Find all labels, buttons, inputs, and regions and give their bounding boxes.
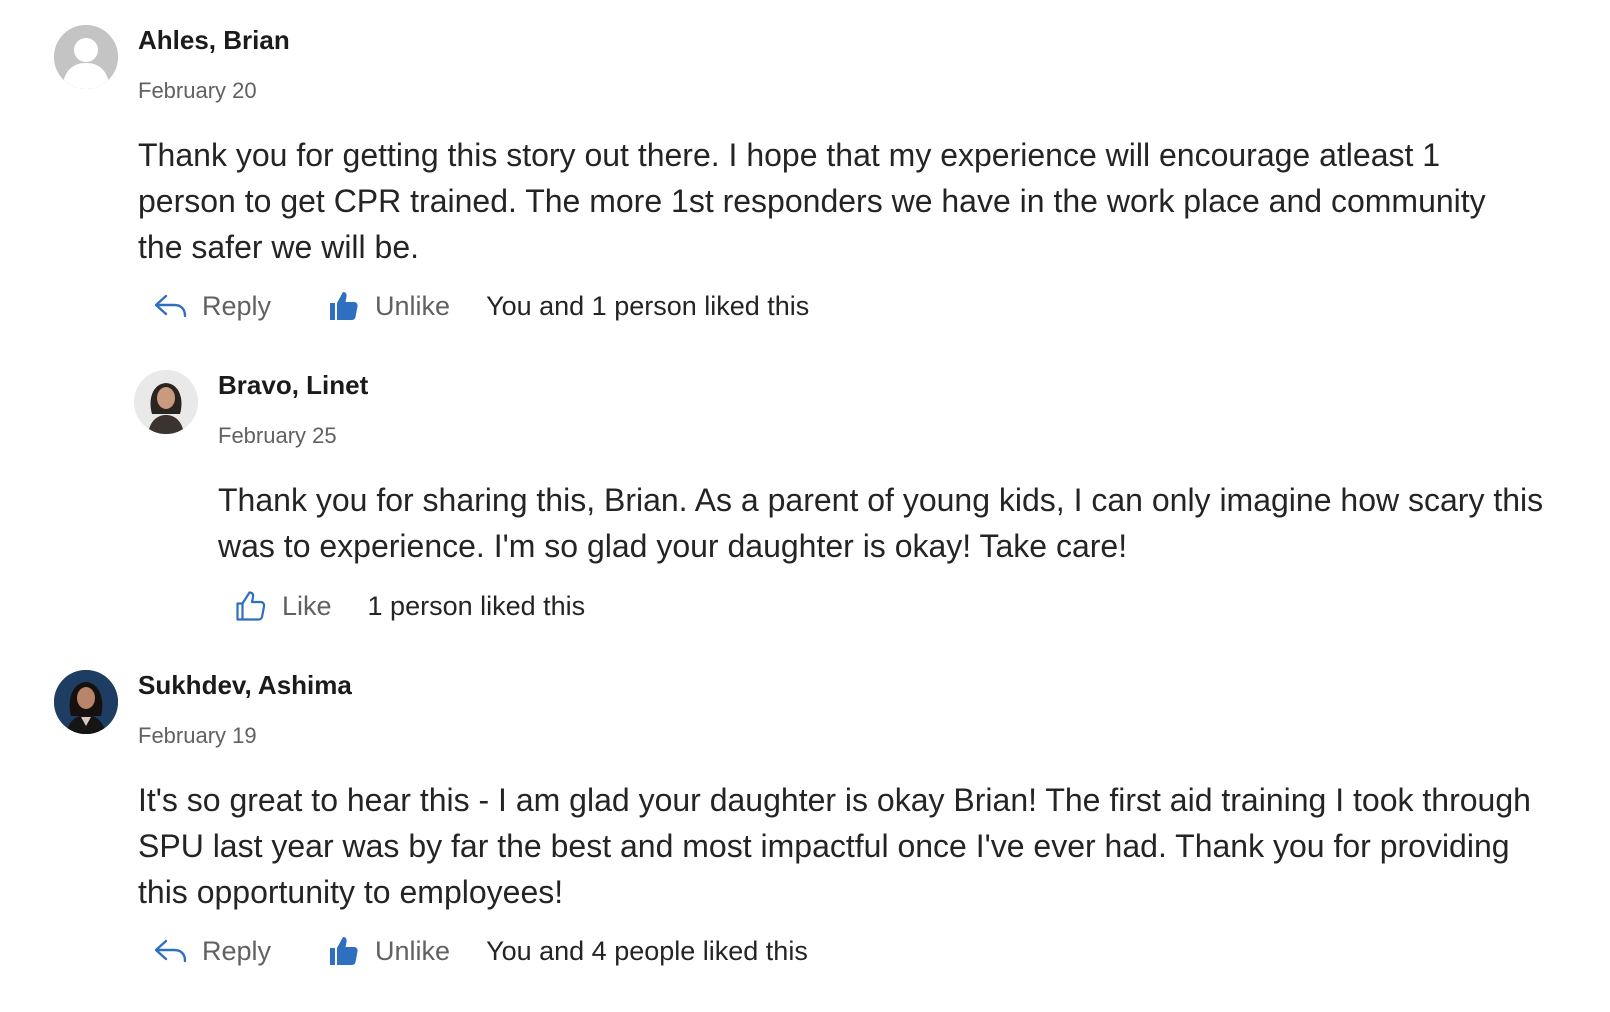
avatar[interactable] bbox=[54, 670, 118, 734]
unlike-label: Unlike bbox=[375, 935, 451, 966]
avatar[interactable] bbox=[134, 370, 198, 434]
comment-author[interactable]: Ahles, Brian bbox=[138, 24, 290, 56]
comment-actions: Reply Unlike You and 1 person liked this bbox=[152, 286, 809, 326]
reply-arrow-icon bbox=[152, 933, 188, 969]
comment-author[interactable]: Bravo, Linet bbox=[218, 369, 368, 401]
like-label: Like bbox=[282, 590, 332, 621]
unlike-button[interactable]: Unlike bbox=[325, 933, 450, 969]
reply-button[interactable]: Reply bbox=[152, 933, 271, 969]
unlike-button[interactable]: Unlike bbox=[325, 288, 450, 324]
thumbs-up-outline-icon bbox=[232, 588, 268, 624]
unlike-label: Unlike bbox=[375, 290, 451, 321]
thumbs-up-filled-icon bbox=[325, 288, 361, 324]
comment-date: February 25 bbox=[218, 423, 337, 448]
profile-photo bbox=[134, 370, 198, 434]
comment-author[interactable]: Sukhdev, Ashima bbox=[138, 669, 352, 701]
comment-text: Thank you for sharing this, Brian. As a … bbox=[218, 482, 1544, 564]
thumbs-up-filled-icon bbox=[325, 933, 361, 969]
comment-text: Thank you for getting this story out the… bbox=[138, 137, 1486, 265]
default-avatar-icon bbox=[54, 25, 118, 89]
comment-item: Sukhdev, Ashima February 19 It's so grea… bbox=[0, 645, 1610, 1012]
comment-actions: Reply Unlike You and 4 people liked this bbox=[152, 931, 808, 971]
profile-photo bbox=[54, 670, 118, 734]
avatar[interactable] bbox=[54, 25, 118, 89]
comment-text: It's so great to hear this - I am glad y… bbox=[138, 782, 1531, 910]
like-button[interactable]: Like bbox=[232, 588, 332, 624]
likes-summary[interactable]: You and 1 person liked this bbox=[486, 291, 809, 322]
reply-label: Reply bbox=[202, 935, 272, 966]
comment-date: February 20 bbox=[138, 78, 257, 103]
comment-actions: Like 1 person liked this bbox=[232, 586, 585, 626]
reply-button[interactable]: Reply bbox=[152, 288, 271, 324]
reply-label: Reply bbox=[202, 290, 272, 321]
comment-item: Ahles, Brian February 20 Thank you for g… bbox=[0, 0, 1610, 340]
likes-summary[interactable]: You and 4 people liked this bbox=[486, 936, 808, 967]
likes-summary[interactable]: 1 person liked this bbox=[368, 591, 586, 622]
reply-item: Bravo, Linet February 25 Thank you for s… bbox=[0, 340, 1610, 640]
comment-date: February 19 bbox=[138, 723, 257, 748]
reply-arrow-icon bbox=[152, 288, 188, 324]
